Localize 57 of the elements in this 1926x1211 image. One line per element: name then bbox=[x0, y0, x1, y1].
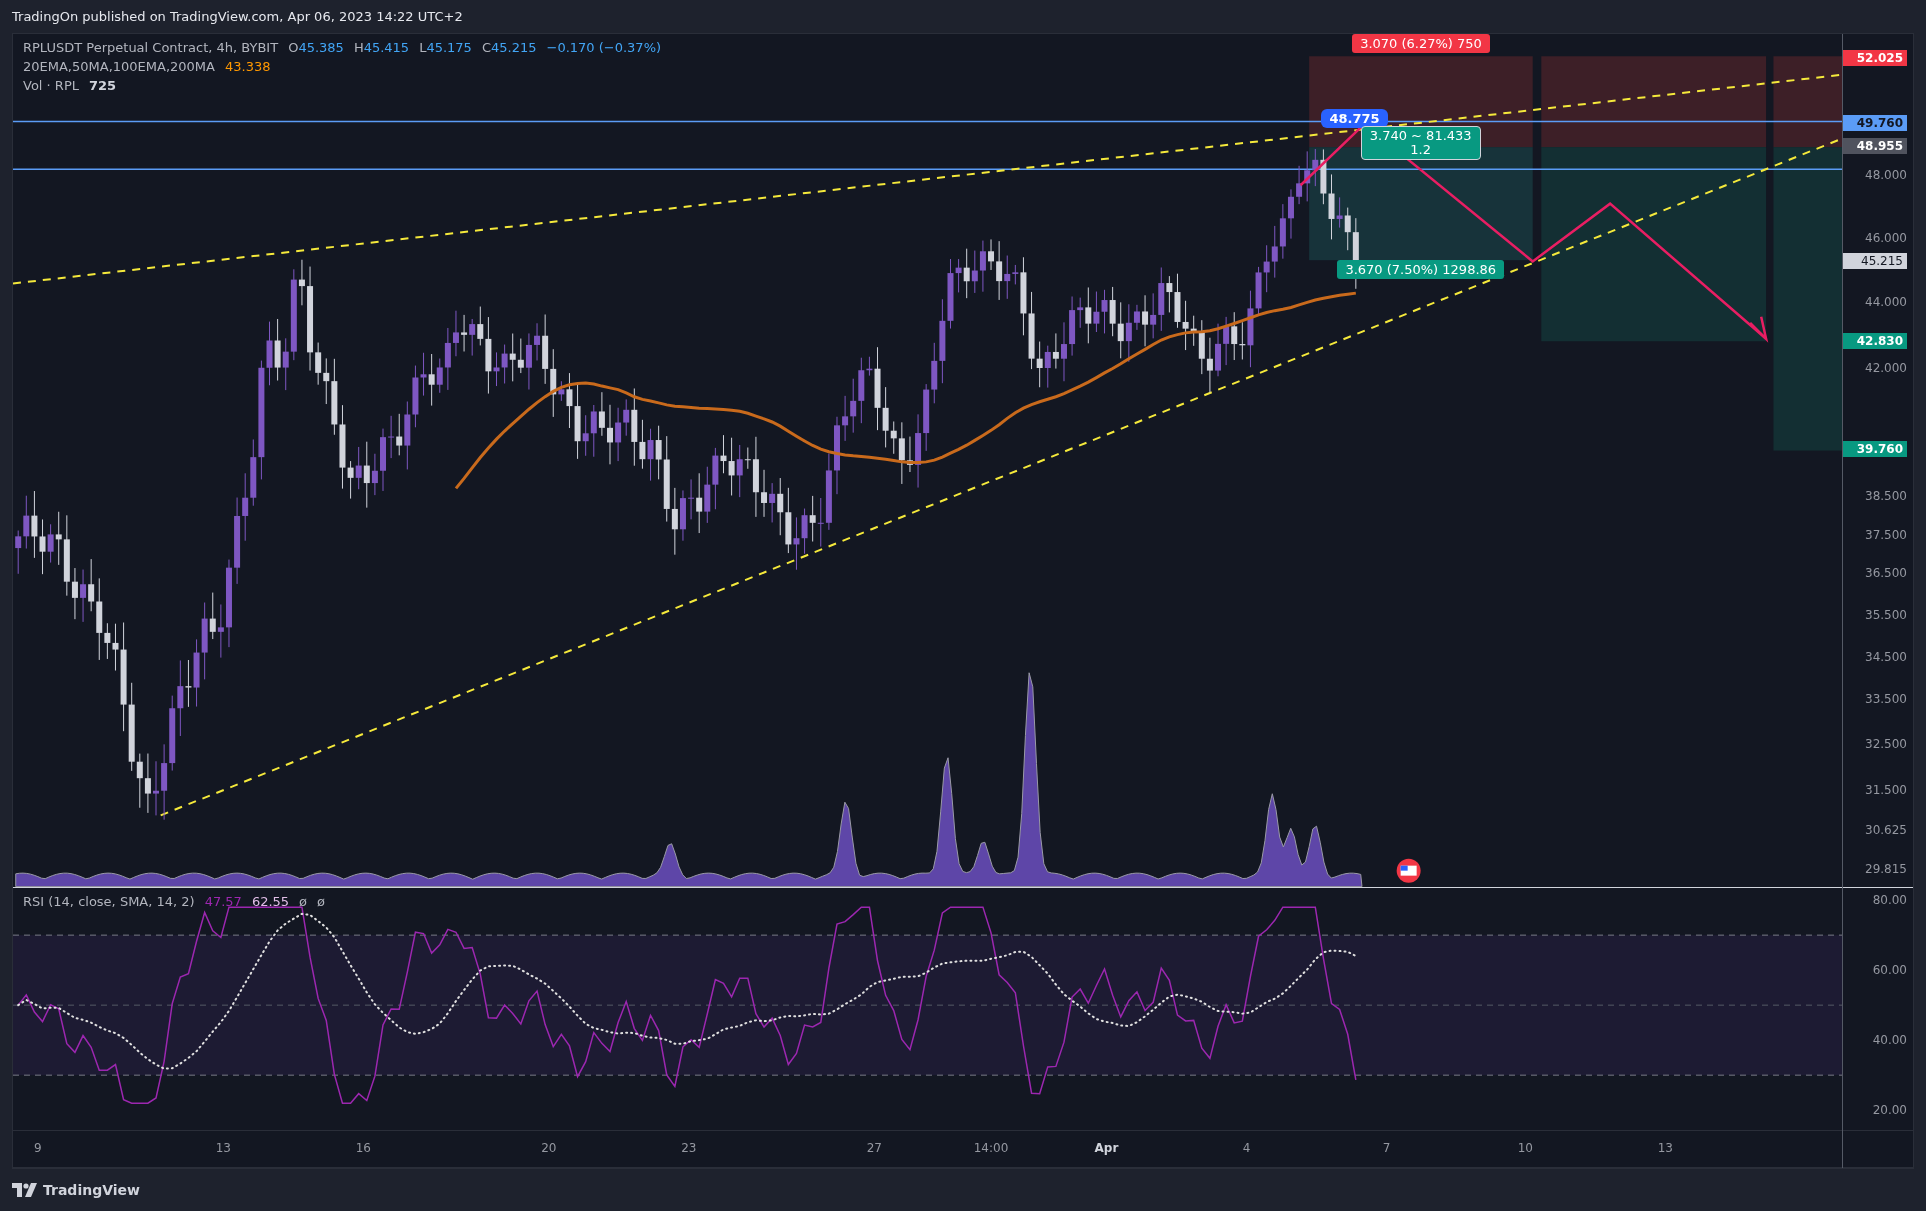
rsi-value: 47.57 bbox=[204, 894, 242, 909]
price-tag: 49.760 bbox=[1843, 114, 1907, 131]
indicator-value: 725 bbox=[88, 78, 117, 93]
price-label: 46.000 bbox=[1865, 231, 1907, 246]
price-change: −0.170 (−0.37%) bbox=[546, 40, 662, 55]
rsi-axis-label: 40.00 bbox=[1872, 1033, 1907, 1048]
time-label: 14:00 bbox=[973, 1141, 1009, 1155]
position-label: 3.070 (6.27%) 750 bbox=[1352, 34, 1490, 54]
price-callout: 48.775 bbox=[1321, 109, 1388, 129]
price-tag: 42.830 bbox=[1843, 333, 1907, 350]
time-label: 20 bbox=[541, 1141, 557, 1155]
price-label: 37.500 bbox=[1865, 528, 1907, 543]
time-label: 9 bbox=[34, 1141, 42, 1155]
rsi-signal-value: 62.55 bbox=[251, 894, 290, 909]
price-tag: 45.215 bbox=[1843, 253, 1907, 270]
price-label: 36.500 bbox=[1865, 566, 1907, 581]
publish-info: TradingOn published on TradingView.com, Apr 06, 2023 14:22 UTC+2 bbox=[12, 9, 463, 24]
symbol-title: RPLUSDT Perpetual Contract, 4h, BYBIT bbox=[23, 40, 279, 55]
time-label: Apr bbox=[1094, 1141, 1119, 1155]
risk-reward-label: 3.740 ~ 81.433 1.2 bbox=[1360, 126, 1481, 160]
price-label: 35.500 bbox=[1865, 608, 1907, 623]
rsi-axis-label: 80.00 bbox=[1872, 893, 1907, 908]
price-tag: 52.025 bbox=[1843, 49, 1907, 66]
ohlc-value: O45.385 bbox=[288, 40, 344, 55]
indicator-name: 20EMA,50MA,100EMA,200MA bbox=[23, 59, 215, 74]
indicator-name: RSI (14, close, SMA, 14, 2) bbox=[23, 894, 195, 909]
price-label: 32.500 bbox=[1865, 737, 1907, 752]
rsi-axis-label: 20.00 bbox=[1872, 1103, 1907, 1118]
price-label: 31.500 bbox=[1865, 782, 1907, 797]
time-label: 23 bbox=[681, 1141, 697, 1155]
ohlc-value: C45.215 bbox=[481, 40, 537, 55]
price-label: 48.000 bbox=[1865, 168, 1907, 183]
price-label: 38.500 bbox=[1865, 489, 1907, 503]
time-label: 10 bbox=[1517, 1141, 1533, 1155]
price-label: 33.500 bbox=[1865, 691, 1907, 706]
position-label: 3.670 (7.50%) 1298.86 bbox=[1337, 260, 1505, 280]
time-label: 4 bbox=[1242, 1141, 1251, 1155]
time-label: 13 bbox=[215, 1141, 231, 1155]
price-label: 34.500 bbox=[1865, 649, 1907, 664]
time-label: 13 bbox=[1657, 1141, 1673, 1155]
time-label: 16 bbox=[355, 1141, 371, 1155]
price-label: 44.000 bbox=[1865, 294, 1907, 309]
price-label: 30.625 bbox=[1865, 823, 1907, 838]
price-label: 42.000 bbox=[1865, 361, 1907, 376]
logo-text: TradingView bbox=[43, 1182, 140, 1198]
indicator-value: ø bbox=[317, 894, 326, 909]
ohlc-value: L45.175 bbox=[419, 40, 472, 55]
indicator-value: 43.338 bbox=[225, 59, 271, 74]
time-label: 27 bbox=[866, 1141, 882, 1155]
indicator-name: Vol · RPL bbox=[23, 78, 79, 93]
time-label: 7 bbox=[1382, 1141, 1391, 1155]
indicator-value: ø bbox=[299, 894, 308, 909]
rsi-axis-label: 60.00 bbox=[1872, 963, 1907, 978]
price-label: 29.815 bbox=[1865, 862, 1907, 877]
ohlc-value: H45.415 bbox=[353, 40, 410, 55]
price-tag: 39.760 bbox=[1843, 441, 1907, 458]
price-tag: 48.955 bbox=[1843, 137, 1907, 154]
